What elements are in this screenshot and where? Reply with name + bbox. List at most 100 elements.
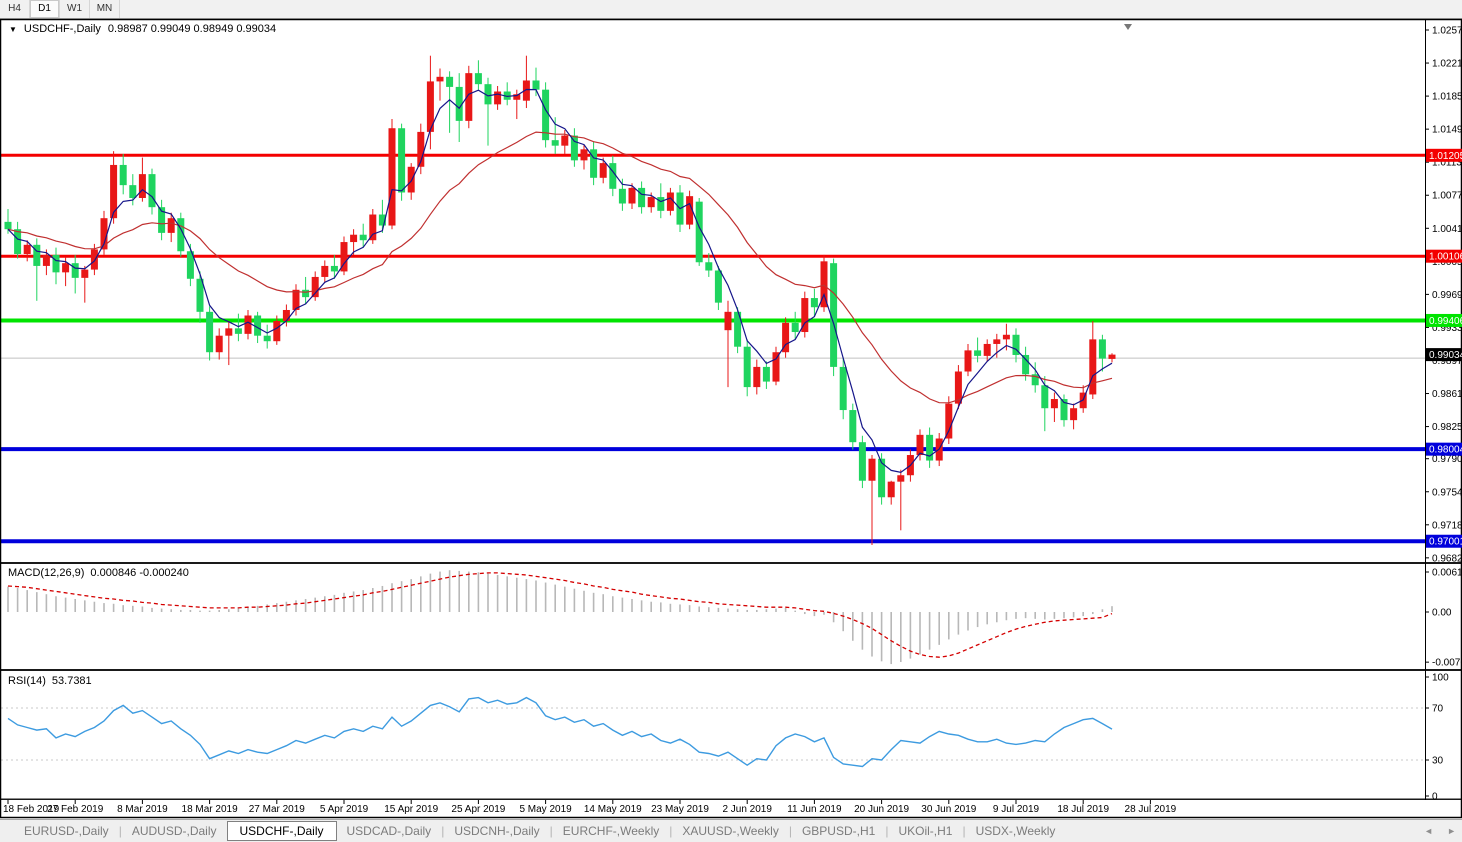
price-tick-label: 0.97540 (1432, 487, 1462, 498)
candle-body (1041, 385, 1048, 408)
symbol-dropdown-icon[interactable]: ▼ (9, 25, 17, 34)
candle-body (773, 352, 780, 381)
tab-scroll-left-icon[interactable]: ◄ (1424, 826, 1433, 836)
candle-body (638, 188, 645, 207)
tab-usdcad-daily[interactable]: USDCAD-,Daily (337, 822, 442, 840)
level-price-label: 0.97001 (1426, 535, 1462, 548)
candle-body (206, 312, 213, 352)
tab-xauusd-weekly[interactable]: XAUUSD-,Weekly (672, 822, 788, 840)
candle-body (149, 174, 156, 207)
candle-body (849, 410, 856, 442)
level-price-label-text: 0.99406 (1429, 316, 1462, 327)
candle-body (1089, 339, 1096, 394)
candle-body (389, 128, 396, 225)
candle-body (168, 218, 175, 233)
macd-scale-label: 0.00613 (1432, 567, 1462, 578)
candle-body (561, 136, 568, 146)
rsi-scale-label: 0 (1432, 792, 1438, 803)
tab-eurusd-daily[interactable]: EURUSD-,Daily (14, 822, 119, 840)
price-tick-label: 1.01850 (1432, 92, 1462, 103)
candle-body (993, 339, 1000, 344)
candle-body (264, 336, 271, 342)
current-price-label-text: 0.99034 (1429, 350, 1462, 361)
candle-body (609, 163, 616, 189)
tab-usdcnh-daily[interactable]: USDCNH-,Daily (444, 822, 549, 840)
candle-body (120, 165, 127, 185)
level-price-label-text: 1.00106 (1429, 252, 1462, 263)
date-tick-label: 15 Apr 2019 (384, 804, 438, 815)
level-price-label-text: 0.97001 (1429, 537, 1462, 548)
candle-body (1109, 355, 1116, 359)
date-tick-label: 28 Jul 2019 (1125, 804, 1177, 815)
tab-usdx-weekly[interactable]: USDX-,Weekly (966, 822, 1066, 840)
candle-body (398, 128, 405, 192)
date-tick-label: 18 Jul 2019 (1057, 804, 1109, 815)
tab-ukoil-h1[interactable]: UKOil-,H1 (888, 822, 962, 840)
candle-body (571, 136, 578, 161)
candle-body (888, 482, 895, 498)
price-tick-label: 0.98250 (1432, 422, 1462, 433)
price-tick-label: 0.97900 (1432, 454, 1462, 465)
symbol-tab-bar: EURUSD-,Daily|AUDUSD-,DailyUSDCHF-,Daily… (0, 819, 1462, 842)
rsi-scale-label: 100 (1432, 673, 1449, 684)
candle-body (533, 80, 540, 89)
macd-values: 0.000846 -0.000240 (90, 567, 188, 579)
candle-body (245, 315, 252, 333)
macd-indicator-label: MACD(12,26,9) 0.000846 -0.000240 (8, 567, 189, 579)
candle-body (859, 442, 866, 481)
candle-body (974, 350, 981, 356)
candle-body (1070, 408, 1077, 420)
candle-body (24, 245, 31, 254)
pane-separator (0, 669, 1462, 671)
candle-body (494, 92, 501, 105)
candle-body (235, 328, 242, 334)
candle-body (283, 310, 290, 321)
candle-body (657, 197, 664, 211)
candle-body (408, 167, 415, 193)
level-price-label: 0.98004 (1426, 443, 1462, 456)
chart-title-symbol: USDCHF-,Daily (24, 23, 101, 35)
chart-title-ohlc: 0.98987 0.99049 0.98949 0.99034 (108, 23, 276, 35)
rsi-scale-label: 70 (1432, 704, 1444, 715)
candle-body (475, 73, 482, 84)
candle-body (917, 435, 924, 455)
candle-body (600, 163, 607, 178)
candle-body (869, 459, 876, 481)
date-tick-label: 23 May 2019 (651, 804, 709, 815)
price-tick-label: 0.99690 (1432, 290, 1462, 301)
candle-body (753, 367, 760, 387)
price-tick-label: 0.98610 (1432, 389, 1462, 400)
candle-body (1051, 399, 1058, 408)
axis-border (0, 799, 1462, 801)
candle-body (53, 255, 60, 272)
candle-body (312, 277, 319, 297)
candle-body (72, 263, 79, 278)
date-tick-label: 5 Apr 2019 (320, 804, 369, 815)
candle-body (350, 235, 357, 242)
tab-gbpusd-h1[interactable]: GBPUSD-,H1 (792, 822, 885, 840)
chart-title: ▼ USDCHF-,Daily 0.98987 0.99049 0.98949 … (9, 23, 276, 35)
candle-body (744, 347, 751, 387)
candle-body (81, 270, 88, 278)
chart-canvas[interactable]: 1.025701.022101.018501.014901.011301.007… (0, 0, 1462, 842)
level-price-label-text: 0.98004 (1429, 445, 1462, 456)
tab-eurchf-weekly[interactable]: EURCHF-,Weekly (553, 822, 669, 840)
candle-body (648, 197, 655, 207)
pane-separator (0, 562, 1462, 564)
tab-scroll-buttons: ◄ ► (1424, 819, 1456, 842)
tab-scroll-right-icon[interactable]: ► (1447, 826, 1456, 836)
candle-body (581, 149, 588, 160)
candle-body (14, 229, 21, 254)
candle-body (331, 266, 338, 272)
price-tick-label: 1.00770 (1432, 191, 1462, 202)
tab-usdchf-daily[interactable]: USDCHF-,Daily (227, 821, 337, 841)
candle-body (811, 298, 818, 307)
candle-body (619, 189, 626, 204)
rsi-value: 53.7381 (52, 675, 92, 687)
price-tick-label: 1.01490 (1432, 125, 1462, 136)
level-price-label: 0.99406 (1426, 314, 1462, 327)
date-tick-label: 5 May 2019 (519, 804, 572, 815)
price-tick-label: 1.02570 (1432, 26, 1462, 37)
tab-audusd-daily[interactable]: AUDUSD-,Daily (122, 822, 227, 840)
date-tick-label: 30 Jun 2019 (921, 804, 976, 815)
